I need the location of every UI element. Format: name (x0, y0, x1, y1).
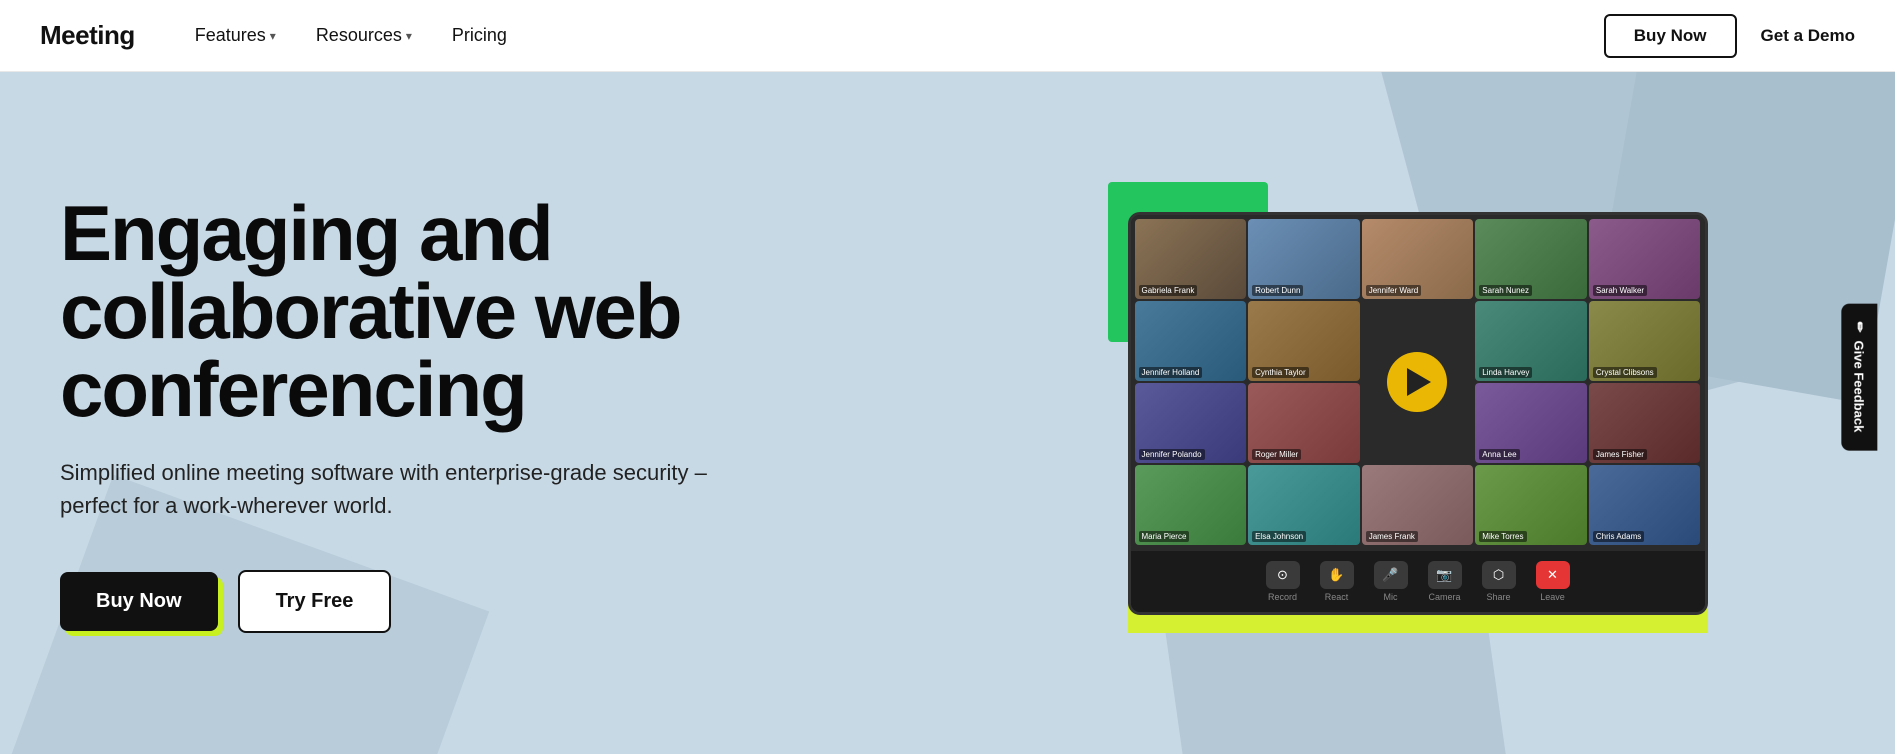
play-icon (1407, 368, 1431, 396)
hero-subtitle: Simplified online meeting software with … (60, 456, 740, 522)
nav-resources[interactable]: Resources ▾ (316, 25, 412, 46)
video-cell: Sarah Nunez (1475, 219, 1587, 299)
video-cell: Roger Miller (1248, 383, 1360, 463)
feedback-pencil-icon: ✏ (1852, 322, 1868, 333)
feedback-tab[interactable]: ✏ Give Feedback (1842, 304, 1878, 451)
nav-links: Features ▾ Resources ▾ Pricing (195, 25, 1604, 46)
hero-content: Engaging and collaborative web conferenc… (60, 194, 960, 633)
video-cell: James Frank (1362, 465, 1474, 545)
features-chevron-icon: ▾ (270, 29, 276, 43)
toolbar-react-button[interactable]: ✋ React (1320, 561, 1354, 602)
nav-actions: Buy Now Get a Demo (1604, 14, 1855, 58)
share-icon: ⬡ (1482, 561, 1516, 589)
video-screen: Gabriela Frank Robert Dunn Jennifer Ward… (1128, 212, 1708, 615)
video-cell: Jennifer Ward (1362, 219, 1474, 299)
leave-icon: ✕ (1536, 561, 1570, 589)
toolbar-leave-button[interactable]: ✕ Leave (1536, 561, 1570, 602)
video-cell: Jennifer Holland (1135, 301, 1247, 381)
hero-visual: Gabriela Frank Robert Dunn Jennifer Ward… (1000, 212, 1835, 615)
video-cell: Jennifer Polando (1135, 383, 1247, 463)
video-cell: Crystal Clibsons (1589, 301, 1701, 381)
video-cell: Mike Torres (1475, 465, 1587, 545)
video-cell: Cynthia Taylor (1248, 301, 1360, 381)
toolbar-mic-button[interactable]: 🎤 Mic (1374, 561, 1408, 602)
video-cell: Linda Harvey (1475, 301, 1587, 381)
nav-pricing[interactable]: Pricing (452, 25, 507, 46)
video-cell: Elsa Johnson (1248, 465, 1360, 545)
nav-buy-now-button[interactable]: Buy Now (1604, 14, 1737, 58)
video-cell: Gabriela Frank (1135, 219, 1247, 299)
toolbar-share-button[interactable]: ⬡ Share (1482, 561, 1516, 602)
video-cell: Sarah Walker (1589, 219, 1701, 299)
video-mockup: Gabriela Frank Robert Dunn Jennifer Ward… (1128, 212, 1708, 615)
video-cell: Robert Dunn (1248, 219, 1360, 299)
video-grid: Gabriela Frank Robert Dunn Jennifer Ward… (1131, 215, 1705, 551)
resources-chevron-icon: ▾ (406, 29, 412, 43)
video-cell-main (1362, 301, 1474, 463)
toolbar-record-button[interactable]: ⊙ Record (1266, 561, 1300, 602)
hero-title: Engaging and collaborative web conferenc… (60, 194, 960, 428)
camera-icon: 📷 (1428, 561, 1462, 589)
brand-logo[interactable]: Meeting (40, 20, 135, 51)
video-cell: Chris Adams (1589, 465, 1701, 545)
video-toolbar: ⊙ Record ✋ React 🎤 Mic 📷 Camera (1131, 551, 1705, 612)
record-icon: ⊙ (1266, 561, 1300, 589)
mic-icon: 🎤 (1374, 561, 1408, 589)
hero-try-free-button[interactable]: Try Free (238, 570, 392, 633)
hero-buttons: Buy Now Try Free (60, 570, 960, 633)
toolbar-camera-button[interactable]: 📷 Camera (1428, 561, 1462, 602)
video-cell: James Fisher (1589, 383, 1701, 463)
nav-features[interactable]: Features ▾ (195, 25, 276, 46)
hero-buy-now-button[interactable]: Buy Now (60, 572, 218, 631)
feedback-label: Give Feedback (1852, 341, 1867, 433)
navbar: Meeting Features ▾ Resources ▾ Pricing B… (0, 0, 1895, 72)
react-icon: ✋ (1320, 561, 1354, 589)
hero-section: Engaging and collaborative web conferenc… (0, 72, 1895, 754)
video-cell: Maria Pierce (1135, 465, 1247, 545)
play-button[interactable] (1387, 352, 1447, 412)
nav-get-demo-link[interactable]: Get a Demo (1761, 26, 1855, 46)
video-cell: Anna Lee (1475, 383, 1587, 463)
